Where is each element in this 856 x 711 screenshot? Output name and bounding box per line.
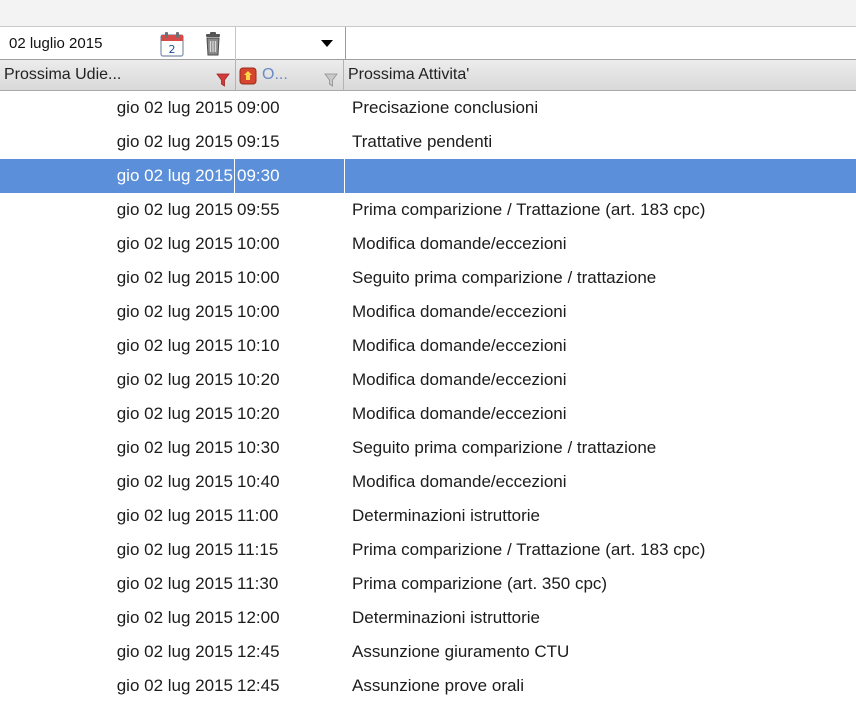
- cell-date: gio 02 lug 2015: [116, 642, 233, 661]
- cell-separator: [344, 159, 345, 193]
- table-row[interactable]: gio 02 lug 2015 09:55 Prima comparizione /…: [0, 193, 856, 227]
- cell-activity: Prima comparizione (art. 350 cpc): [352, 574, 608, 593]
- cell-time: 10:40: [237, 472, 280, 491]
- cell-time: 10:30: [237, 438, 280, 457]
- cell-time: 10:20: [237, 404, 280, 423]
- cell-activity: Assunzione prove orali: [352, 676, 524, 695]
- alarm-badge-icon: [239, 66, 257, 85]
- cell-activity: Determinazioni istruttorie: [352, 506, 541, 525]
- cell-activity: Modifica domande/eccezioni: [352, 302, 567, 321]
- cell-activity: Trattative pendenti: [352, 132, 493, 151]
- table-row[interactable]: gio 02 lug 2015 09:00 Precisazione conclus…: [0, 91, 856, 125]
- chevron-down-icon[interactable]: [321, 40, 333, 47]
- table-row[interactable]: gio 02 lug 2015 12:45 Assunzione giurament…: [0, 635, 856, 669]
- cell-activity: [352, 159, 856, 193]
- column-header-label: Prossima Attivita': [348, 66, 470, 83]
- calendar-icon[interactable]: 2: [160, 31, 184, 57]
- cell-time: 09:30: [237, 166, 280, 185]
- hearings-table: gio 02 lug 2015 09:00 Precisazione conclus…: [0, 91, 856, 703]
- table-row[interactable]: gio 02 lug 2015 11:00 Determinazioni istru…: [0, 499, 856, 533]
- cell-date: gio 02 lug 2015: [116, 404, 233, 423]
- trash-icon[interactable]: [202, 32, 224, 56]
- filter-icon[interactable]: [324, 68, 338, 90]
- cell-separator: [234, 159, 235, 193]
- date-value[interactable]: 02 luglio 2015: [9, 31, 102, 57]
- cell-activity: Modifica domande/eccezioni: [352, 370, 567, 389]
- cell-time: 10:00: [237, 302, 280, 321]
- cell-time: 09:00: [237, 98, 280, 117]
- cell-time: 12:45: [237, 642, 280, 661]
- column-header-next-activity[interactable]: Prossima Attivita': [344, 60, 856, 90]
- date-picker[interactable]: 02 luglio 2015 2: [9, 31, 235, 57]
- cell-date: gio 02 lug 2015: [116, 200, 233, 219]
- cell-activity: Prima comparizione / Trattazione (art. 1…: [352, 200, 706, 219]
- cell-date: gio 02 lug 2015: [116, 302, 233, 321]
- cell-date: gio 02 lug 2015: [116, 540, 233, 559]
- cell-time: 12:45: [237, 676, 280, 695]
- table-row[interactable]: gio 02 lug 2015 10:40 Modifica domande/ecc…: [0, 465, 856, 499]
- cell-date: gio 02 lug 2015: [116, 506, 233, 525]
- status-dropdown[interactable]: [236, 27, 345, 59]
- table-row[interactable]: gio 02 lug 2015 10:20 Modifica domande/ecc…: [0, 397, 856, 431]
- cell-time: 11:00: [237, 506, 279, 525]
- filter-bar: 02 luglio 2015 2: [0, 26, 856, 61]
- cell-time: 10:00: [237, 234, 280, 253]
- cell-time: 11:30: [237, 574, 279, 593]
- cell-date: gio 02 lug 2015: [116, 472, 233, 491]
- table-row[interactable]: gio 02 lug 2015 09:30: [0, 159, 856, 193]
- cell-activity: Prima comparizione / Trattazione (art. 1…: [352, 540, 706, 559]
- cell-date: gio 02 lug 2015: [116, 608, 233, 627]
- column-header-time[interactable]: O...: [236, 60, 344, 90]
- search-input[interactable]: [346, 27, 856, 59]
- cell-activity: Precisazione conclusioni: [352, 98, 539, 117]
- table-row[interactable]: gio 02 lug 2015 11:15 Prima comparizione /…: [0, 533, 856, 567]
- table-row[interactable]: gio 02 lug 2015 10:10 Modifica domande/ecc…: [0, 329, 856, 363]
- table-row[interactable]: gio 02 lug 2015 10:00 Modifica domande/ecc…: [0, 227, 856, 261]
- cell-activity: Determinazioni istruttorie: [352, 608, 541, 627]
- table-row[interactable]: gio 02 lug 2015 12:45 Assunzione prove ora…: [0, 669, 856, 703]
- calendar-day-number: 2: [169, 43, 176, 56]
- cell-time: 10:20: [237, 370, 280, 389]
- cell-activity: Modifica domande/eccezioni: [352, 234, 567, 253]
- cell-date: gio 02 lug 2015: [116, 676, 233, 695]
- cell-date: gio 02 lug 2015: [116, 336, 233, 355]
- cell-time: 11:15: [237, 540, 279, 559]
- cell-activity: Modifica domande/eccezioni: [352, 336, 567, 355]
- filter-active-icon[interactable]: [216, 68, 230, 90]
- cell-time: 09:55: [237, 200, 280, 219]
- cell-activity: Seguito prima comparizione / trattazione: [352, 268, 657, 287]
- cell-date: gio 02 lug 2015: [116, 574, 233, 593]
- cell-date: gio 02 lug 2015: [116, 234, 233, 253]
- cell-date: gio 02 lug 2015: [116, 268, 233, 287]
- cell-time: 10:10: [237, 336, 280, 355]
- cell-time: 12:00: [237, 608, 280, 627]
- cell-date: gio 02 lug 2015: [116, 132, 233, 151]
- table-row[interactable]: gio 02 lug 2015 11:30 Prima comparizione (…: [0, 567, 856, 601]
- cell-time: 10:00: [237, 268, 280, 287]
- table-row[interactable]: gio 02 lug 2015 09:15 Trattative pendenti: [0, 125, 856, 159]
- column-header-label: O...: [262, 66, 288, 83]
- cell-activity: Seguito prima comparizione / trattazione: [352, 438, 657, 457]
- table-row[interactable]: gio 02 lug 2015 10:00 Modifica domande/ecc…: [0, 295, 856, 329]
- cell-date: gio 02 lug 2015: [116, 166, 233, 185]
- cell-date: gio 02 lug 2015: [116, 438, 233, 457]
- table-row[interactable]: gio 02 lug 2015 10:20 Modifica domande/ecc…: [0, 363, 856, 397]
- column-header-label: Prossima Udie...: [4, 66, 122, 83]
- table-row[interactable]: gio 02 lug 2015 10:30 Seguito prima compar…: [0, 431, 856, 465]
- cell-activity: Assunzione giuramento CTU: [352, 642, 570, 661]
- cell-activity: Modifica domande/eccezioni: [352, 404, 567, 423]
- column-header-next-hearing[interactable]: Prossima Udie...: [0, 60, 236, 90]
- cell-date: gio 02 lug 2015: [116, 98, 233, 117]
- table-header: Prossima Udie... O... Prossima Attivita': [0, 60, 856, 91]
- cell-date: gio 02 lug 2015: [116, 370, 233, 389]
- table-row[interactable]: gio 02 lug 2015 10:00 Seguito prima compar…: [0, 261, 856, 295]
- cell-time: 09:15: [237, 132, 280, 151]
- cell-activity: Modifica domande/eccezioni: [352, 472, 567, 491]
- top-band: [0, 0, 856, 26]
- table-row[interactable]: gio 02 lug 2015 12:00 Determinazioni istru…: [0, 601, 856, 635]
